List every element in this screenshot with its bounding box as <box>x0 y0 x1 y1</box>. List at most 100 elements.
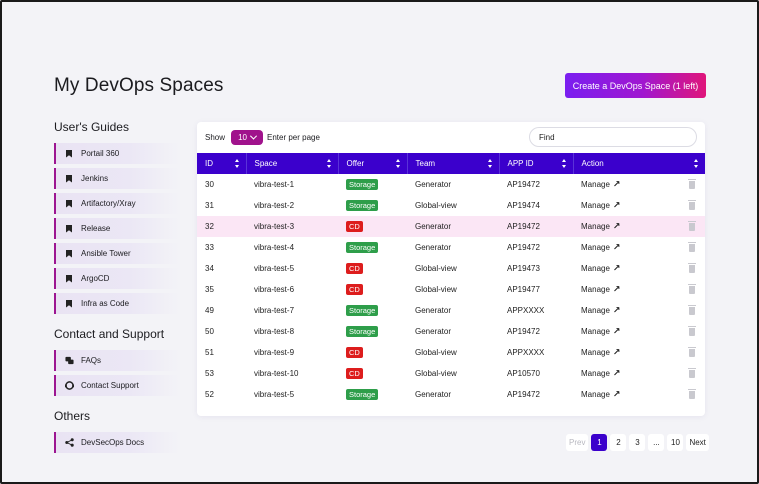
manage-label: Manage <box>581 264 610 273</box>
column-header-action[interactable]: Action <box>573 153 705 174</box>
trash-icon[interactable] <box>688 326 696 336</box>
sidebar-item-artifactory-xray[interactable]: Artifactory/Xray <box>54 193 179 214</box>
cell-action: Manage ↗ <box>573 216 705 237</box>
trash-icon[interactable] <box>688 347 696 357</box>
per-page-select[interactable]: 10 <box>231 130 264 145</box>
manage-link[interactable]: Manage ↗ <box>581 243 620 253</box>
table-header: ID Space Offer Team APP ID Action <box>197 153 705 174</box>
column-header-id[interactable]: ID <box>197 153 247 174</box>
external-link-icon: ↗ <box>612 221 621 231</box>
manage-link[interactable]: Manage ↗ <box>581 221 621 232</box>
bookmark-shape <box>66 299 72 308</box>
cell-team: Generator <box>415 390 452 399</box>
create-space-button[interactable]: Create a DevOps Space (1 left) <box>565 73 706 98</box>
page-button-3[interactable]: 3 <box>629 434 646 451</box>
manage-link[interactable]: Manage ↗ <box>581 179 621 190</box>
sort-icon <box>326 159 332 168</box>
offer-badge: Storage <box>346 389 379 400</box>
next-page-button[interactable]: Next <box>686 434 709 451</box>
cell-action: Manage ↗ <box>573 384 705 405</box>
offer-badge: Storage <box>346 200 379 211</box>
cell-action: Manage ↗ <box>573 279 705 300</box>
cell-offer: CD <box>338 279 407 300</box>
external-link-icon: ↗ <box>612 368 621 378</box>
cell-app-id: AP19472 <box>507 243 540 252</box>
cell-offer: Storage <box>338 321 407 342</box>
sidebar-item-devsecops-docs[interactable]: DevSecOps Docs <box>54 432 179 453</box>
support-icon <box>63 381 75 390</box>
column-header-offer[interactable]: Offer <box>338 153 408 174</box>
manage-label: Manage <box>581 348 610 357</box>
page-button-1[interactable]: 1 <box>591 434 608 451</box>
nav-item-label: Infra as Code <box>81 299 130 308</box>
sidebar-item-contact-support[interactable]: Contact Support <box>54 375 179 396</box>
trash-icon[interactable] <box>688 242 696 252</box>
trash-icon[interactable] <box>688 305 696 315</box>
sidebar-item-infra-as-code[interactable]: Infra as Code <box>54 293 179 314</box>
search-input[interactable] <box>529 127 697 147</box>
page-button-2[interactable]: 2 <box>610 434 627 451</box>
cell-team: Global-view <box>415 264 457 273</box>
nav-item-label: Portail 360 <box>81 149 120 158</box>
offer-badge: CD <box>346 263 363 274</box>
sidebar-item-faqs[interactable]: FAQs <box>54 350 179 371</box>
column-header-space[interactable]: Space <box>246 153 339 174</box>
table-row: 33 vibra-test-4 Storage Generator AP19472 Man… <box>197 237 705 258</box>
contact-section: Contact and Support FAQs Contact Support <box>54 327 179 396</box>
trash-icon[interactable] <box>688 263 696 273</box>
sidebar-item-jenkins[interactable]: Jenkins <box>54 168 179 189</box>
cell-app-id: AP19472 <box>507 390 540 399</box>
manage-link[interactable]: Manage ↗ <box>581 201 620 211</box>
table-row: 51 vibra-test-9 CD Global-view APPXXXX Manage… <box>197 342 705 363</box>
trash-icon[interactable] <box>688 368 696 378</box>
manage-link[interactable]: Manage ↗ <box>581 389 621 400</box>
cell-offer: CD <box>338 216 407 237</box>
cell-space: vibra-test-2 <box>254 201 295 210</box>
cell-offer: CD <box>338 258 407 279</box>
cell-offer: Storage <box>338 384 407 405</box>
bookmark-icon <box>63 149 75 158</box>
sort-icon <box>694 159 699 168</box>
trash-icon[interactable] <box>688 179 696 189</box>
bookmark-icon <box>63 174 75 183</box>
trash-icon[interactable] <box>688 284 696 294</box>
cell-offer: Storage <box>338 237 407 258</box>
cell-space: vibra-test-6 <box>254 285 295 294</box>
bookmark-icon <box>63 249 75 258</box>
manage-link[interactable]: Manage ↗ <box>581 285 620 295</box>
external-link-icon: ↗ <box>612 263 621 273</box>
cell-space: vibra-test-5 <box>254 390 295 399</box>
cell-space: vibra-test-10 <box>254 369 299 378</box>
cell-space: vibra-test-9 <box>254 348 295 357</box>
sidebar-item-ansible-tower[interactable]: Ansible Tower <box>54 243 179 264</box>
offer-badge: Storage <box>346 305 379 316</box>
page-button-10[interactable]: 10 <box>667 434 684 451</box>
trash-icon[interactable] <box>688 200 696 210</box>
cell-app-id: AP19473 <box>507 264 540 273</box>
manage-link[interactable]: Manage ↗ <box>581 368 621 379</box>
manage-link[interactable]: Manage ↗ <box>581 306 620 316</box>
pagination: Prev 1 2 3... 10 Next <box>566 434 709 451</box>
table-row: 49 vibra-test-7 Storage Generator APPXXXX Man… <box>197 300 705 321</box>
external-link-icon: ↗ <box>612 179 621 189</box>
column-header-app-id[interactable]: APP ID <box>499 153 574 174</box>
cell-app-id: AP19472 <box>507 180 540 189</box>
external-link-icon: ↗ <box>612 389 621 399</box>
prev-page-button[interactable]: Prev <box>566 434 589 451</box>
column-header-team[interactable]: Team <box>407 153 500 174</box>
trash-icon[interactable] <box>688 221 696 231</box>
manage-link[interactable]: Manage ↗ <box>581 348 620 358</box>
cell-action: Manage ↗ <box>573 258 705 279</box>
cell-action: Manage ↗ <box>573 237 705 258</box>
manage-label: Manage <box>581 306 610 315</box>
cell-id: 35 <box>205 285 214 294</box>
cell-team: Global-view <box>415 348 457 357</box>
sidebar-item-portail-360[interactable]: Portail 360 <box>54 143 179 164</box>
sidebar-item-argocd[interactable]: ArgoCD <box>54 268 179 289</box>
per-page-value: 10 <box>238 133 247 142</box>
nav-item-label: FAQs <box>81 356 102 365</box>
trash-icon[interactable] <box>688 389 696 399</box>
manage-link[interactable]: Manage ↗ <box>581 263 621 274</box>
sidebar-item-release[interactable]: Release <box>54 218 179 239</box>
manage-link[interactable]: Manage ↗ <box>581 327 620 337</box>
